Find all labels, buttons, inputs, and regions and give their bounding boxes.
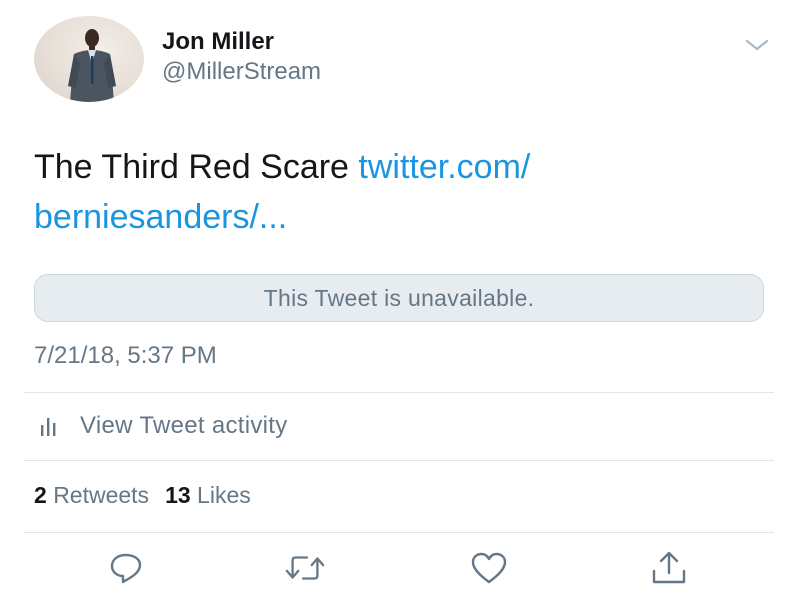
divider: [24, 460, 774, 461]
like-button[interactable]: [468, 548, 510, 588]
bar-chart-icon: [41, 418, 56, 436]
share-button[interactable]: [648, 548, 690, 588]
avatar[interactable]: [34, 16, 144, 102]
author-name[interactable]: Jon Miller: [162, 28, 274, 56]
likes-stat[interactable]: 13 Likes: [165, 482, 251, 508]
reply-icon: [110, 553, 142, 584]
share-icon: [652, 551, 686, 584]
likes-count: 13: [165, 482, 191, 508]
engagement-stats: 2 Retweets 13 Likes: [34, 482, 251, 509]
likes-label: Likes: [197, 482, 251, 508]
retweets-count: 2: [34, 482, 47, 508]
chevron-down-icon[interactable]: [744, 36, 770, 54]
divider: [24, 532, 774, 533]
avatar-photo: [68, 29, 116, 102]
retweet-icon: [285, 556, 325, 580]
like-icon: [471, 552, 507, 584]
retweets-stat[interactable]: 2 Retweets: [34, 482, 149, 508]
reply-button[interactable]: [105, 548, 147, 588]
tweet-text: The Third Red Scare twitter.com/ bernies…: [34, 142, 774, 242]
tweet-timestamp[interactable]: 7/21/18, 5:37 PM: [34, 342, 217, 370]
retweets-label: Retweets: [53, 482, 150, 508]
divider: [24, 392, 774, 393]
tweet-body: The Third Red Scare: [34, 148, 359, 186]
quoted-tweet-unavailable: This Tweet is unavailable.: [34, 274, 764, 322]
tweet-detail: Jon Miller @MillerStream The Third Red S…: [0, 0, 800, 600]
author-handle[interactable]: @MillerStream: [162, 58, 321, 86]
retweet-button[interactable]: [284, 548, 326, 588]
view-tweet-activity-link[interactable]: View Tweet activity: [34, 408, 288, 444]
view-tweet-activity-label: View Tweet activity: [80, 412, 288, 439]
